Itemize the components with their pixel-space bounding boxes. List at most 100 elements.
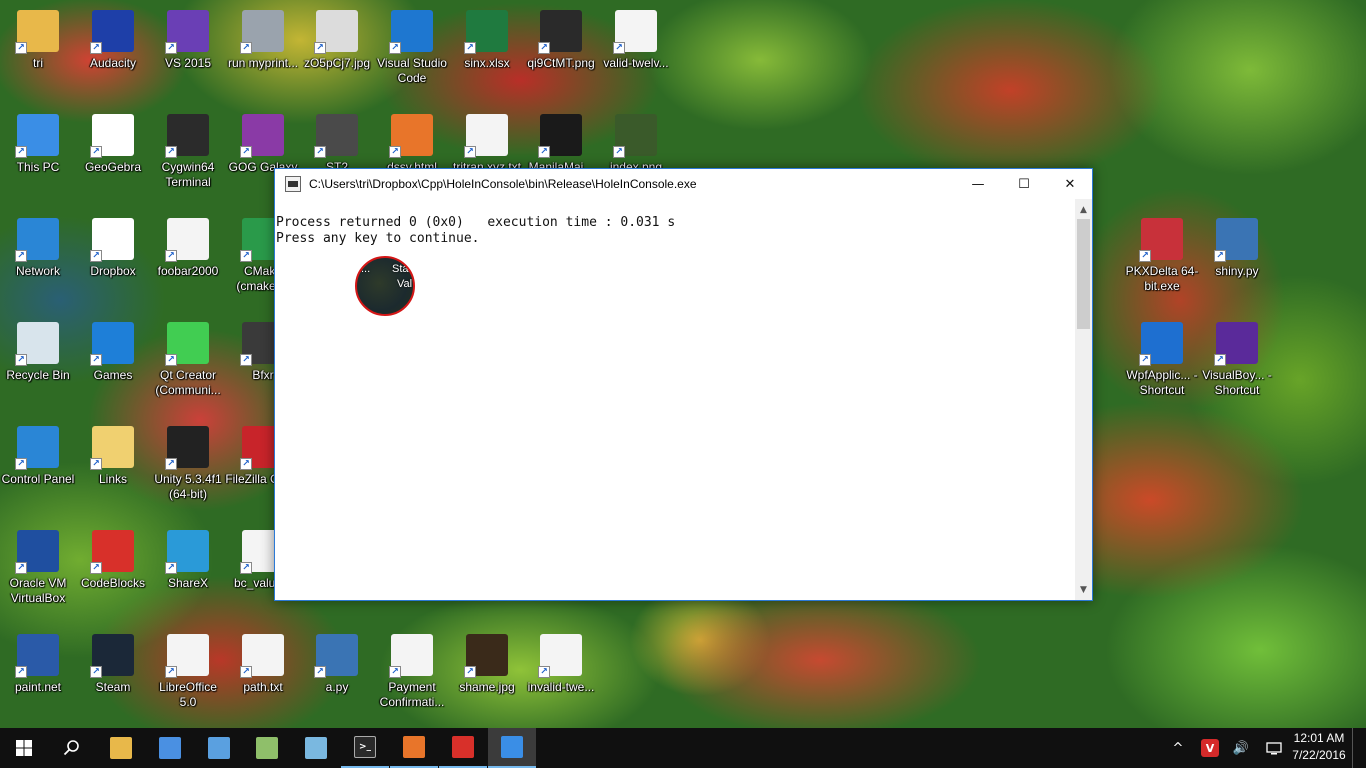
- taskbar-paint-button[interactable]: [195, 728, 243, 768]
- libreoffice-icon: ↗: [165, 634, 209, 678]
- shortcut-arrow-icon: ↗: [90, 354, 102, 366]
- desktop-icon[interactable]: ↗ WpfApplic... - Shortcut: [1124, 322, 1200, 398]
- system-clock[interactable]: 12:01 AM 7/22/2016: [1288, 730, 1350, 764]
- desktop-icon-label: Oracle VM VirtualBox: [9, 576, 67, 605]
- computer-icon: ↗: [15, 114, 59, 158]
- taskbar-codeblocks-button[interactable]: [439, 728, 487, 768]
- taskbar-app-6[interactable]: [292, 728, 340, 768]
- maximize-button[interactable]: ☐: [1001, 169, 1047, 199]
- taskbar-app-2[interactable]: [146, 728, 194, 768]
- file-explorer-button[interactable]: [97, 728, 145, 768]
- desktop-icon-label: Dropbox: [90, 264, 136, 278]
- foobar-icon: ↗: [165, 218, 209, 262]
- desktop-icon[interactable]: ↗ shame.jpg: [449, 634, 525, 695]
- desktop-icon[interactable]: ↗ GeoGebra: [75, 114, 151, 175]
- shortcut-arrow-icon: ↗: [240, 666, 252, 678]
- desktop-icon-label: shiny.py: [1215, 264, 1259, 278]
- desktop-icon[interactable]: ↗ path.txt: [225, 634, 301, 695]
- desktop-icon[interactable]: ↗ Qt Creator (Communi...: [150, 322, 226, 398]
- desktop-icon[interactable]: ↗ Recycle Bin: [0, 322, 76, 383]
- desktop-icon[interactable]: ↗ qi9CtMT.png: [523, 10, 599, 71]
- console-window[interactable]: C:\Users\tri\Dropbox\Cpp\HoleInConsole\b…: [274, 168, 1093, 601]
- desktop-icon[interactable]: ↗ Payment Confirmati...: [374, 634, 450, 710]
- desktop-icon[interactable]: ↗ Visual Studio Code: [374, 10, 450, 86]
- shortcut-arrow-icon: ↗: [165, 562, 177, 574]
- desktop-icon[interactable]: ↗ Unity 5.3.4f1 (64-bit): [150, 426, 226, 502]
- scroll-thumb[interactable]: [1077, 219, 1090, 329]
- desktop-icon[interactable]: ↗ ST2: [299, 114, 375, 175]
- shortcut-arrow-icon: ↗: [240, 146, 252, 158]
- desktop-icon[interactable]: ↗ run myprint...: [225, 10, 301, 71]
- desktop-icon[interactable]: ↗ Control Panel: [0, 426, 76, 487]
- desktop-icon[interactable]: ↗ ShareX: [150, 530, 226, 591]
- shortcut-arrow-icon: ↗: [389, 666, 401, 678]
- desktop-icon[interactable]: ↗ Games: [75, 322, 151, 383]
- tray-overflow-chevron-icon[interactable]: ^: [1166, 728, 1190, 768]
- games-folder-icon: ↗: [90, 322, 134, 366]
- taskbar-console-button[interactable]: [488, 728, 536, 768]
- desktop-icon[interactable]: ↗ GOG Galaxy: [225, 114, 301, 175]
- desktop-icon[interactable]: ↗ index.png: [598, 114, 674, 175]
- desktop-icon[interactable]: ↗ CodeBlocks: [75, 530, 151, 591]
- desktop-icon[interactable]: ↗ a.py: [299, 634, 375, 695]
- user-folder-icon: ↗: [15, 10, 59, 54]
- desktop-icon[interactable]: ↗ Audacity: [75, 10, 151, 71]
- shortcut-arrow-icon: ↗: [314, 666, 326, 678]
- vertical-scrollbar[interactable]: ▲ ▼: [1075, 199, 1092, 600]
- scroll-down-arrow-icon[interactable]: ▼: [1075, 581, 1092, 598]
- desktop-icon[interactable]: ↗ This PC: [0, 114, 76, 175]
- desktop-icon-label: Recycle Bin: [6, 368, 70, 382]
- volume-icon[interactable]: 🔊: [1228, 728, 1254, 768]
- paint-net-icon: ↗: [15, 634, 59, 678]
- minimize-button[interactable]: —: [955, 169, 1001, 199]
- desktop-icon[interactable]: ↗ ManilaMai...: [523, 114, 599, 175]
- vivaldi-tray-icon[interactable]: V: [1198, 728, 1222, 768]
- scroll-up-arrow-icon[interactable]: ▲: [1075, 201, 1092, 218]
- shortcut-arrow-icon: ↗: [15, 146, 27, 158]
- desktop-icon-label: Visual Studio Code: [377, 56, 447, 85]
- shortcut-arrow-icon: ↗: [538, 42, 550, 54]
- search-button[interactable]: [48, 728, 96, 768]
- desktop-icon[interactable]: ↗ PKXDelta 64-bit.exe: [1124, 218, 1200, 294]
- show-desktop-button[interactable]: [1352, 728, 1366, 768]
- desktop-icon[interactable]: ↗ valid-twelv...: [598, 10, 674, 71]
- desktop-icon[interactable]: ↗ Steam: [75, 634, 151, 695]
- desktop-icon-label: invalid-twe...: [527, 680, 595, 694]
- desktop-icon[interactable]: ↗ Oracle VM VirtualBox: [0, 530, 76, 606]
- shortcut-arrow-icon: ↗: [90, 146, 102, 158]
- taskbar-notepad-button[interactable]: [243, 728, 291, 768]
- desktop-icon[interactable]: ↗ invalid-twe...: [523, 634, 599, 695]
- desktop-icon[interactable]: ↗ Dropbox: [75, 218, 151, 279]
- desktop-icon-label: path.txt: [243, 680, 283, 694]
- start-button[interactable]: [0, 728, 48, 768]
- desktop-icon-label: run myprint...: [227, 56, 299, 70]
- document-file-icon: ↗: [389, 634, 433, 678]
- desktop-icon[interactable]: ↗ Network: [0, 218, 76, 279]
- shortcut-arrow-icon: ↗: [538, 146, 550, 158]
- desktop-icon[interactable]: ↗ tritran.xyz.txt: [449, 114, 525, 175]
- desktop-icon[interactable]: ↗ sinx.xlsx: [449, 10, 525, 71]
- taskbar-firefox-button[interactable]: [390, 728, 438, 768]
- desktop-icon[interactable]: ↗ Links: [75, 426, 151, 487]
- shortcut-arrow-icon: ↗: [165, 666, 177, 678]
- desktop-icon[interactable]: ↗ Cygwin64 Terminal: [150, 114, 226, 190]
- desktop-icon[interactable]: ↗ dssv.html: [374, 114, 450, 175]
- close-button[interactable]: ✕: [1047, 169, 1093, 199]
- desktop-icon[interactable]: ↗ LibreOffice 5.0: [150, 634, 226, 710]
- desktop-icon[interactable]: ↗ paint.net: [0, 634, 76, 695]
- desktop-icon[interactable]: ↗ VS 2015: [150, 10, 226, 71]
- visual-studio-icon: ↗: [165, 10, 209, 54]
- title-bar[interactable]: C:\Users\tri\Dropbox\Cpp\HoleInConsole\b…: [275, 169, 1092, 199]
- desktop-icon[interactable]: ↗ tri: [0, 10, 76, 71]
- network-tray-icon[interactable]: [1262, 728, 1286, 768]
- desktop-icon-label: Links: [98, 472, 127, 486]
- satellite-icon: [159, 737, 181, 759]
- desktop-icon-label: foobar2000: [157, 264, 219, 278]
- desktop-icon[interactable]: ↗ zO5pCj7.jpg: [299, 10, 375, 71]
- desktop-icon[interactable]: ↗ VisualBoy... - Shortcut: [1199, 322, 1275, 398]
- taskbar-cmd-button[interactable]: >_: [341, 728, 389, 768]
- desktop-icon[interactable]: ↗ shiny.py: [1199, 218, 1275, 279]
- console-line: Process returned 0 (0x0) execution time …: [276, 215, 676, 230]
- desktop-icon[interactable]: ↗ foobar2000: [150, 218, 226, 279]
- pokeball-icon: ↗: [1139, 218, 1183, 262]
